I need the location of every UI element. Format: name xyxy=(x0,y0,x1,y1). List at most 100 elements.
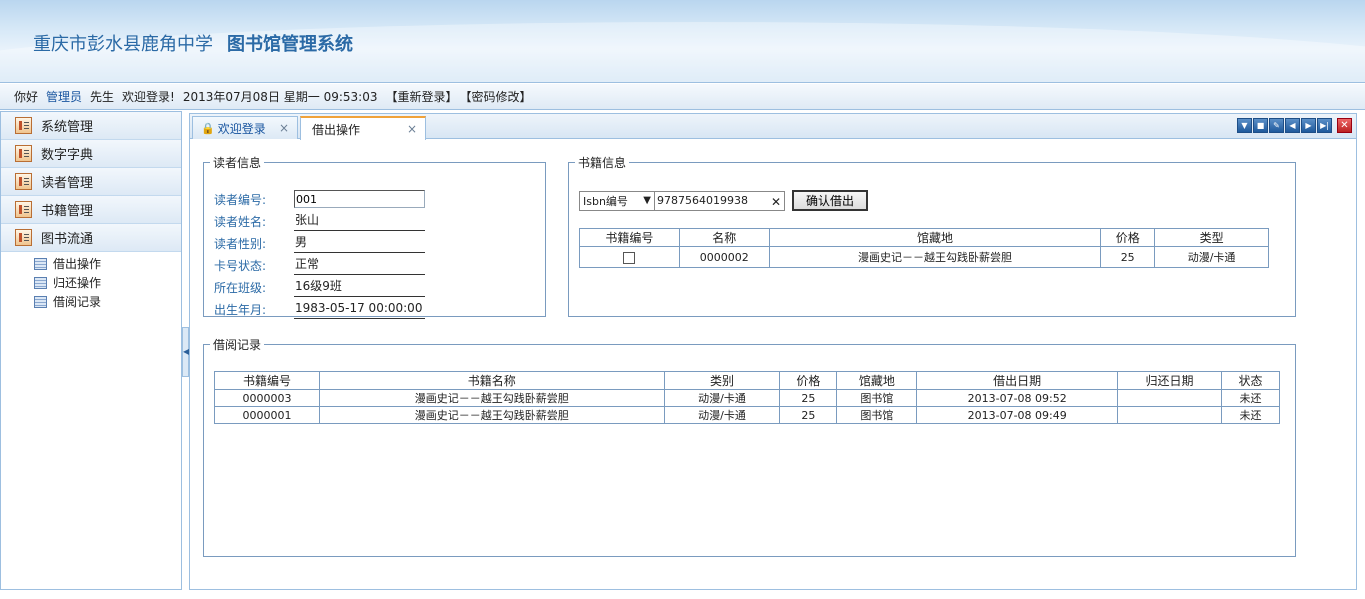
book-info-legend: 书籍信息 xyxy=(578,156,627,170)
header-banner: 重庆市彭水县鹿角中学 图书馆管理系统 xyxy=(0,0,1365,83)
isbn-search-row: Isbn编号 ▼ 9787564019938 ✕ 确认借出 xyxy=(579,190,868,211)
close-icon[interactable]: × xyxy=(277,121,291,135)
sidebar-collapse-handle[interactable]: ◀ xyxy=(182,327,189,377)
lock-icon: 🔒 xyxy=(201,121,215,135)
edit-icon[interactable]: ✎ xyxy=(1269,118,1284,133)
confirm-lend-button[interactable]: 确认借出 xyxy=(792,190,868,211)
reader-name-row: 读者姓名: 张山 xyxy=(214,211,425,231)
close-window-icon[interactable]: ✕ xyxy=(1337,118,1352,133)
column-header: 类别 xyxy=(663,371,781,390)
row-checkbox[interactable] xyxy=(623,251,636,264)
lock-icon[interactable]: ■ xyxy=(1253,118,1268,133)
isbn-value: 9787564019938 xyxy=(657,193,748,207)
close-icon[interactable]: × xyxy=(405,122,419,136)
field-label: 读者性别: xyxy=(214,236,267,251)
sidebar-item-system[interactable]: 系统管理 xyxy=(1,112,181,140)
reader-gender-value: 男 xyxy=(294,233,425,253)
borrow-records-group: 借阅记录 书籍编号 书籍名称 类别 价格 馆藏地 借出日期 归还日期 状态 00… xyxy=(203,336,1296,557)
column-header: 书籍名称 xyxy=(318,371,665,390)
field-label: 出生年月: xyxy=(214,302,267,317)
table-row[interactable]: 0000001 漫画史记－－越王勾践卧薪尝胆 动漫/卡通 25 图书馆 2013… xyxy=(214,406,1280,424)
search-type-select[interactable]: Isbn编号 ▼ xyxy=(579,190,655,211)
greeting-text: 你好 xyxy=(14,90,39,104)
app-title: 重庆市彭水县鹿角中学 图书馆管理系统 xyxy=(33,30,353,56)
column-header: 归还日期 xyxy=(1117,371,1222,390)
field-label: 读者姓名: xyxy=(214,214,267,229)
sidebar-item-label: 书籍管理 xyxy=(41,204,94,219)
sidebar-item-circulation[interactable]: 图书流通 xyxy=(1,224,181,252)
sidebar-item-dictionary[interactable]: 数字字典 xyxy=(1,140,181,168)
table-cell: 漫画史记－－越王勾践卧薪尝胆 xyxy=(768,246,1102,268)
circulation-submenu: 借出操作 归还操作 借阅记录 xyxy=(1,252,181,311)
change-password-link[interactable]: 【密码修改】 xyxy=(465,90,531,104)
arrow-left-icon[interactable]: ◀ xyxy=(1285,118,1300,133)
column-header: 类型 xyxy=(1154,228,1269,247)
system-name: 图书馆管理系统 xyxy=(227,34,353,55)
subitem-label: 归还操作 xyxy=(53,276,102,290)
sidebar-item-readers[interactable]: 读者管理 xyxy=(1,168,181,196)
column-header: 价格 xyxy=(779,371,838,390)
column-header: 馆藏地 xyxy=(836,371,918,390)
sidebar-nav: 系统管理 数字字典 读者管理 书籍管理 图书流通 借出操作 归还操作 借阅记录 xyxy=(0,111,182,590)
relogin-link[interactable]: 【重新登录】 xyxy=(385,90,457,104)
table-cell: 25 xyxy=(1100,246,1156,268)
tab-welcome[interactable]: 🔒 欢迎登录 × xyxy=(192,116,298,139)
table-header-row: 书籍编号 书籍名称 类别 价格 馆藏地 借出日期 归还日期 状态 xyxy=(214,371,1280,390)
table-header-row: 书籍编号 名称 馆藏地 价格 类型 xyxy=(579,228,1269,247)
table-icon xyxy=(34,257,47,270)
tab-label: 借出操作 xyxy=(312,122,361,137)
last-page-icon[interactable]: ▶| xyxy=(1317,118,1332,133)
sidebar-subitem-return[interactable]: 归还操作 xyxy=(1,273,181,292)
datetime-text: 2013年07月08日 星期一 09:53:03 xyxy=(182,90,378,104)
reader-gender-row: 读者性别: 男 xyxy=(214,233,425,253)
card-status-row: 卡号状态: 正常 xyxy=(214,255,425,275)
table-row[interactable]: 0000003 漫画史记－－越王勾践卧薪尝胆 动漫/卡通 25 图书馆 2013… xyxy=(214,389,1280,407)
table-cell: 2013-07-08 09:52 xyxy=(916,389,1119,407)
table-cell: 漫画史记－－越王勾践卧薪尝胆 xyxy=(318,389,665,407)
tab-label: 欢迎登录 xyxy=(217,121,266,136)
arrow-right-icon[interactable]: ▶ xyxy=(1301,118,1316,133)
class-value: 16级9班 xyxy=(294,277,425,297)
user-info-bar: 你好 管理员 先生 欢迎登录! 2013年07月08日 星期一 09:53:03 【重新登… xyxy=(0,84,1365,110)
column-header: 馆藏地 xyxy=(768,228,1102,247)
clear-icon[interactable]: ✕ xyxy=(771,193,781,211)
class-row: 所在班级: 16级9班 xyxy=(214,277,425,297)
table-cell xyxy=(1117,406,1222,424)
chevron-down-icon: ▼ xyxy=(643,195,651,206)
field-label: 卡号状态: xyxy=(214,258,267,273)
sidebar-subitem-lend[interactable]: 借出操作 xyxy=(1,254,181,273)
book-table: 书籍编号 名称 馆藏地 价格 类型 0000002 漫画史记－－越王勾践卧薪尝胆… xyxy=(579,228,1269,268)
birth-date-row: 出生年月: 1983-05-17 00:00:00 xyxy=(214,299,425,319)
column-header: 借出日期 xyxy=(916,371,1119,390)
field-label: 读者编号: xyxy=(214,192,267,207)
subitem-label: 借出操作 xyxy=(53,257,102,271)
sidebar-item-label: 数字字典 xyxy=(41,148,94,163)
table-icon xyxy=(34,276,47,289)
table-cell: 动漫/卡通 xyxy=(1154,246,1269,268)
sidebar-subitem-records[interactable]: 借阅记录 xyxy=(1,292,181,311)
menu-book-icon xyxy=(15,229,32,246)
reader-name-value: 张山 xyxy=(294,211,425,231)
table-cell: 0000001 xyxy=(214,406,320,424)
window-controls: ▼ ■ ✎ ◀ ▶ ▶| ✕ xyxy=(1237,118,1352,133)
table-cell: 25 xyxy=(779,406,838,424)
dropdown-icon[interactable]: ▼ xyxy=(1237,118,1252,133)
column-header: 书籍编号 xyxy=(579,228,680,247)
tab-lend[interactable]: 借出操作 × xyxy=(300,116,426,140)
birth-date-value: 1983-05-17 00:00:00 xyxy=(294,299,425,319)
table-cell: 图书馆 xyxy=(836,406,918,424)
column-header: 价格 xyxy=(1100,228,1156,247)
menu-book-icon xyxy=(15,173,32,190)
borrow-records-table: 书籍编号 书籍名称 类别 价格 馆藏地 借出日期 归还日期 状态 0000003… xyxy=(214,371,1280,424)
menu-book-icon xyxy=(15,201,32,218)
select-cell xyxy=(579,246,680,268)
welcome-text: 欢迎登录! xyxy=(122,90,175,104)
borrow-records-legend: 借阅记录 xyxy=(213,338,262,352)
reader-info-legend: 读者信息 xyxy=(213,156,262,170)
honorific-text: 先生 xyxy=(90,90,115,104)
isbn-input[interactable]: 9787564019938 ✕ xyxy=(655,190,785,211)
sidebar-item-books[interactable]: 书籍管理 xyxy=(1,196,181,224)
tab-bar: 🔒 欢迎登录 × 借出操作 × ▼ ■ ✎ ◀ ▶ ▶| ✕ xyxy=(190,114,1356,140)
reader-id-input[interactable] xyxy=(294,190,425,208)
field-label: 所在班级: xyxy=(214,280,267,295)
